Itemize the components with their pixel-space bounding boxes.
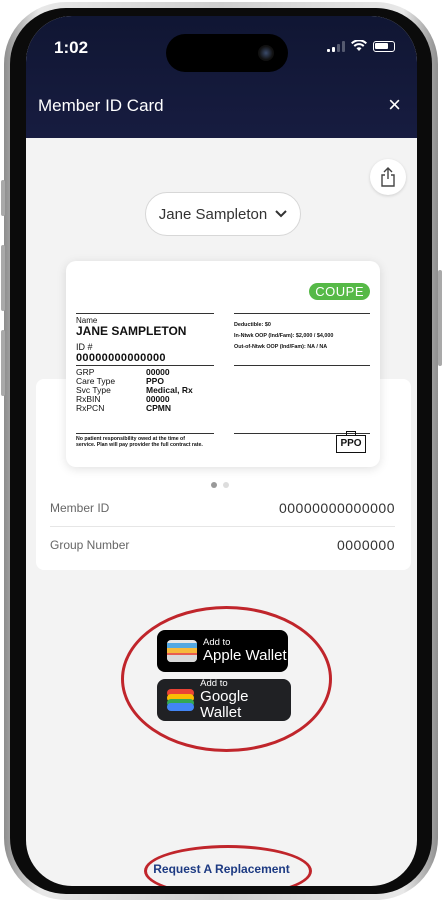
- google-wallet-label: Google Wallet: [200, 688, 249, 721]
- apple-wallet-icon: [167, 640, 197, 662]
- plan-badge: COUPE: [309, 283, 370, 300]
- member-selector-value: Jane Sampleton: [158, 205, 268, 223]
- volume-down-button: [1, 330, 5, 396]
- close-button[interactable]: ×: [388, 92, 401, 118]
- battery-icon: [373, 40, 395, 52]
- member-selector[interactable]: Jane Sampleton: [145, 192, 301, 236]
- silent-switch: [1, 180, 5, 216]
- status-time: 1:02: [54, 38, 89, 57]
- add-to-google-wallet-button[interactable]: Add to Google Wallet: [157, 679, 291, 721]
- field-label: RxPCN: [76, 403, 105, 413]
- member-id-card[interactable]: COUPE Name JANE SAMPLETON ID # 000000000…: [66, 261, 380, 467]
- field-value: CPMN: [146, 403, 172, 413]
- card-divider: [76, 313, 214, 314]
- card-footer-line: service. Plan will pay provider the full…: [76, 442, 203, 448]
- signal-icon: [327, 40, 345, 52]
- camera-icon: [258, 45, 274, 61]
- share-button[interactable]: [370, 159, 406, 195]
- card-divider: [234, 365, 370, 366]
- pager-dot-active[interactable]: [211, 482, 217, 488]
- card-divider: [76, 433, 214, 434]
- status-icons: [327, 40, 395, 52]
- member-name: JANE SAMPLETON: [76, 324, 187, 338]
- detail-row-group-number: Group Number 0000000: [50, 537, 395, 553]
- google-wallet-icon: [167, 689, 195, 711]
- share-icon: [381, 167, 395, 187]
- app-screen: 1:02 Member ID Card × Jane Sampleton COU…: [26, 16, 417, 886]
- ppo-logo: PPO: [336, 431, 366, 453]
- out-network-oop: Out-of-Ntwk OOP (Ind/Fam): NA / NA: [234, 344, 328, 350]
- wifi-icon: [351, 40, 367, 51]
- detail-value: 00000000000000: [278, 500, 395, 516]
- deductible-text: Deductible: $0: [234, 322, 271, 328]
- in-network-oop: In-Ntwk OOP (Ind/Fam): $2,000 / $4,000: [234, 333, 334, 339]
- detail-row-member-id: Member ID 00000000000000: [50, 500, 395, 516]
- card-divider: [234, 313, 370, 314]
- apple-wallet-label: Apple Wallet: [203, 647, 287, 664]
- chevron-down-icon: [275, 210, 287, 218]
- volume-up-button: [1, 245, 5, 311]
- header-bar: 1:02 Member ID Card ×: [26, 16, 417, 138]
- page-title: Member ID Card: [38, 96, 164, 115]
- card-divider: [76, 365, 214, 366]
- add-to-apple-wallet-button[interactable]: Add to Apple Wallet: [157, 630, 288, 672]
- request-replacement-link[interactable]: Request A Replacement: [26, 862, 417, 876]
- dynamic-island: [166, 34, 288, 72]
- power-button: [438, 270, 442, 366]
- detail-value: 0000000: [336, 537, 395, 553]
- pager-dot[interactable]: [223, 482, 229, 488]
- id-label: ID #: [76, 342, 93, 352]
- detail-label: Group Number: [50, 538, 130, 552]
- detail-label: Member ID: [50, 501, 110, 515]
- detail-divider: [50, 526, 395, 527]
- card-pager[interactable]: [211, 482, 229, 488]
- member-id-value: 00000000000000: [76, 352, 166, 364]
